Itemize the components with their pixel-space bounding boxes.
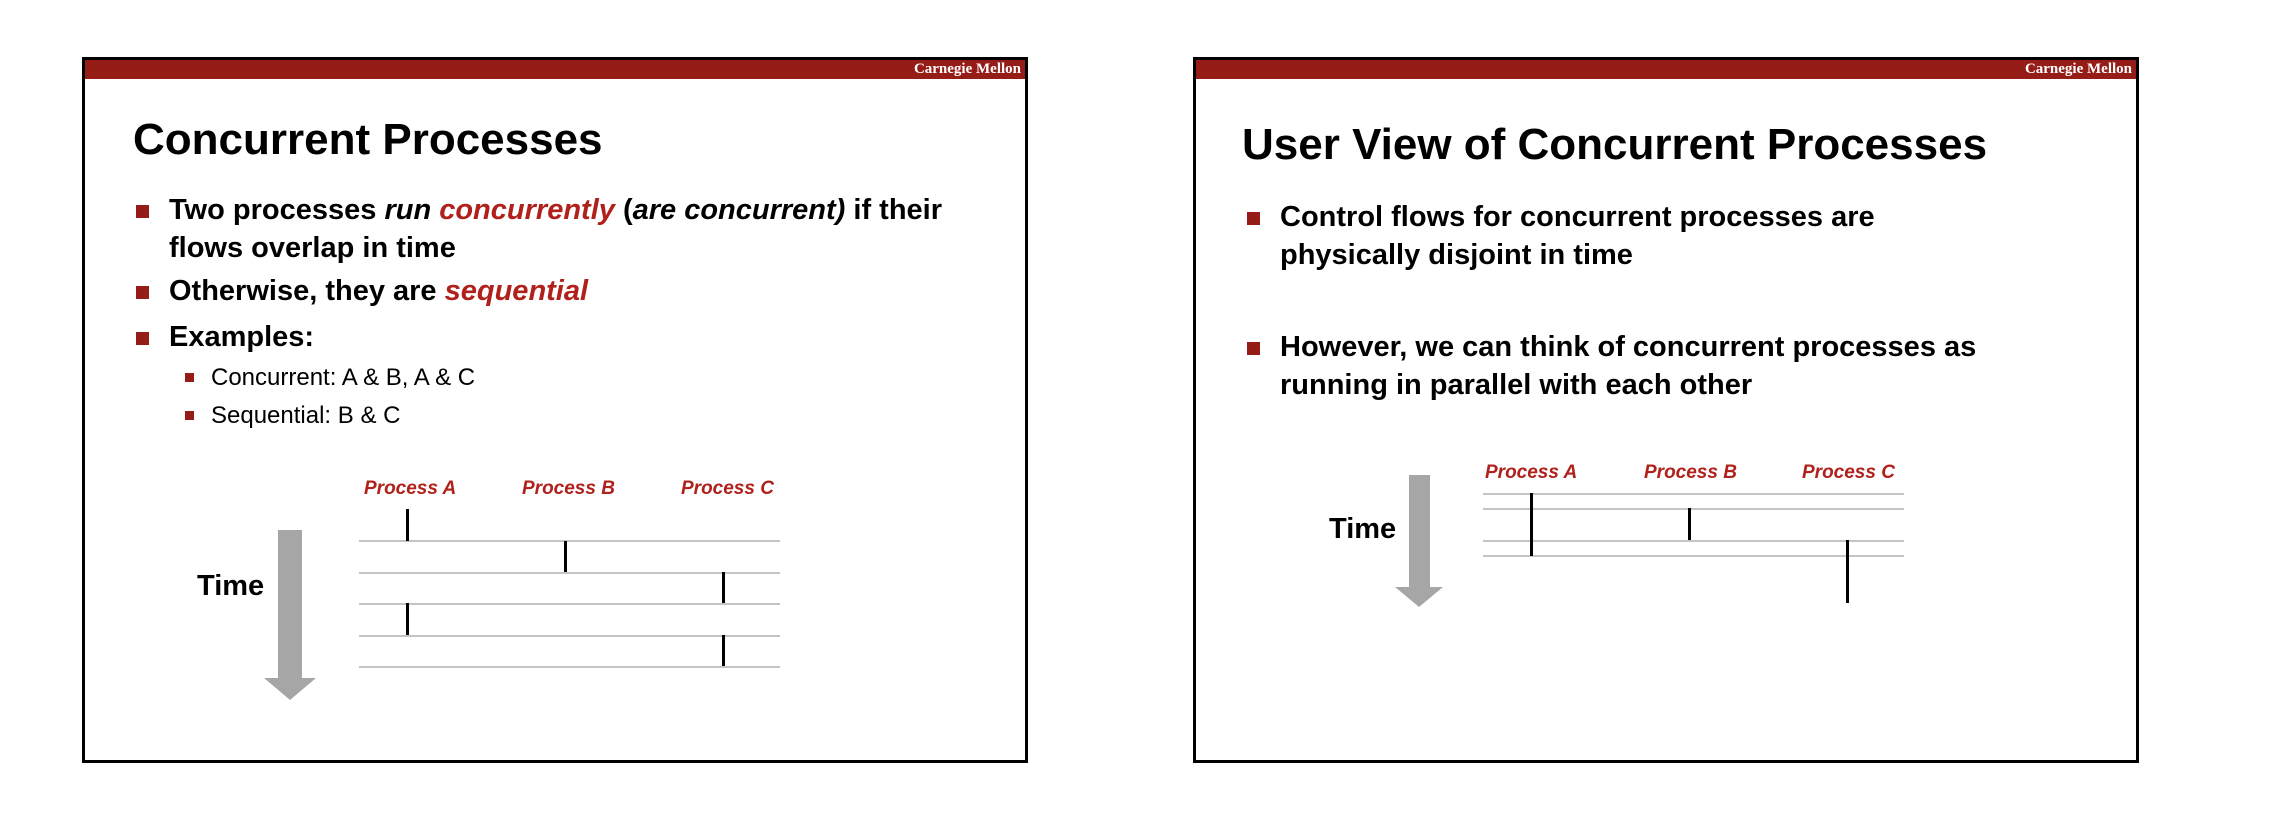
time-arrow-icon [1395,475,1443,607]
bullet-text: Examples: [169,321,315,353]
bullet-parallel: However, we can think of concurrent proc… [1247,328,2020,404]
bullet-marker [136,286,149,299]
process-c-label: Process C [1802,462,1895,483]
slide-title: Concurrent Processes [133,115,603,164]
sub-bullet-text: Sequential: B & C [211,402,401,429]
brand-label: Carnegie Mellon [913,61,1021,77]
sub-bullet-sequential-example: Sequential: B & C [185,401,401,431]
bullet-text: Otherwise, they are [169,275,445,307]
process-b-segment [564,541,567,572]
bullet-physically-disjoint: Control flows for concurrent processes a… [1247,198,2020,274]
sub-bullet-concurrent-example: Concurrent: A & B, A & C [185,363,476,393]
time-arrow-icon [264,530,316,700]
timeline-gridline [359,666,780,668]
brand-label: Carnegie Mellon [2024,61,2132,77]
header-bar: Carnegie Mellon [1196,60,2136,79]
bullet-marker [136,205,149,218]
timeline-gridline [359,603,780,605]
timeline-gridline [1483,493,1904,495]
header-bar: Carnegie Mellon [85,60,1025,79]
bullet-text-italic: run [384,194,440,226]
process-b-label: Process B [522,478,615,499]
process-a-label: Process A [364,478,457,499]
bullet-concurrent-definition: Two processes run concurrently (are conc… [136,191,989,267]
process-a-segment [406,603,409,635]
process-b-label: Process B [1644,462,1737,483]
process-b-segment [1688,508,1691,540]
bullet-term-sequential: sequential [444,275,589,307]
process-a-segment [1530,493,1533,556]
process-c-segment [722,572,725,603]
bullet-examples: Examples: [136,318,315,356]
bullet-marker [1247,342,1260,355]
timeline-gridline [1483,540,1904,542]
process-a-label: Process A [1485,462,1578,483]
bullet-text: Control flows for concurrent processes a… [1280,201,1875,271]
bullet-sequential: Otherwise, they are sequential [136,272,589,310]
bullet-text: ( [614,194,633,226]
sub-bullet-text: Concurrent: A & B, A & C [211,364,476,391]
timeline-gridline [1483,508,1904,510]
process-a-segment [406,509,409,541]
timeline-gridline [359,572,780,574]
slide-concurrent-processes: Carnegie Mellon Concurrent Processes Two… [82,57,1028,763]
bullet-marker [1247,212,1260,225]
sub-bullet-marker [185,411,194,420]
bullet-term-concurrently: concurrently [439,194,615,226]
time-label: Time [1329,513,1397,545]
timeline-gridline [359,635,780,637]
timeline-gridline [1483,555,1904,557]
bullet-text-italic: are concurrent) [632,194,846,226]
sub-bullet-marker [185,373,194,382]
timeline-gridline [359,540,780,542]
process-c-segment [722,635,725,666]
slide-title: User View of Concurrent Processes [1242,120,1988,169]
process-c-segment [1846,540,1849,603]
process-c-label: Process C [681,478,774,499]
bullet-marker [136,332,149,345]
slide-user-view: Carnegie Mellon User View of Concurrent … [1193,57,2139,763]
bullet-text: However, we can think of concurrent proc… [1280,331,1977,401]
bullet-text: Two processes [169,194,385,226]
time-label: Time [197,570,265,602]
